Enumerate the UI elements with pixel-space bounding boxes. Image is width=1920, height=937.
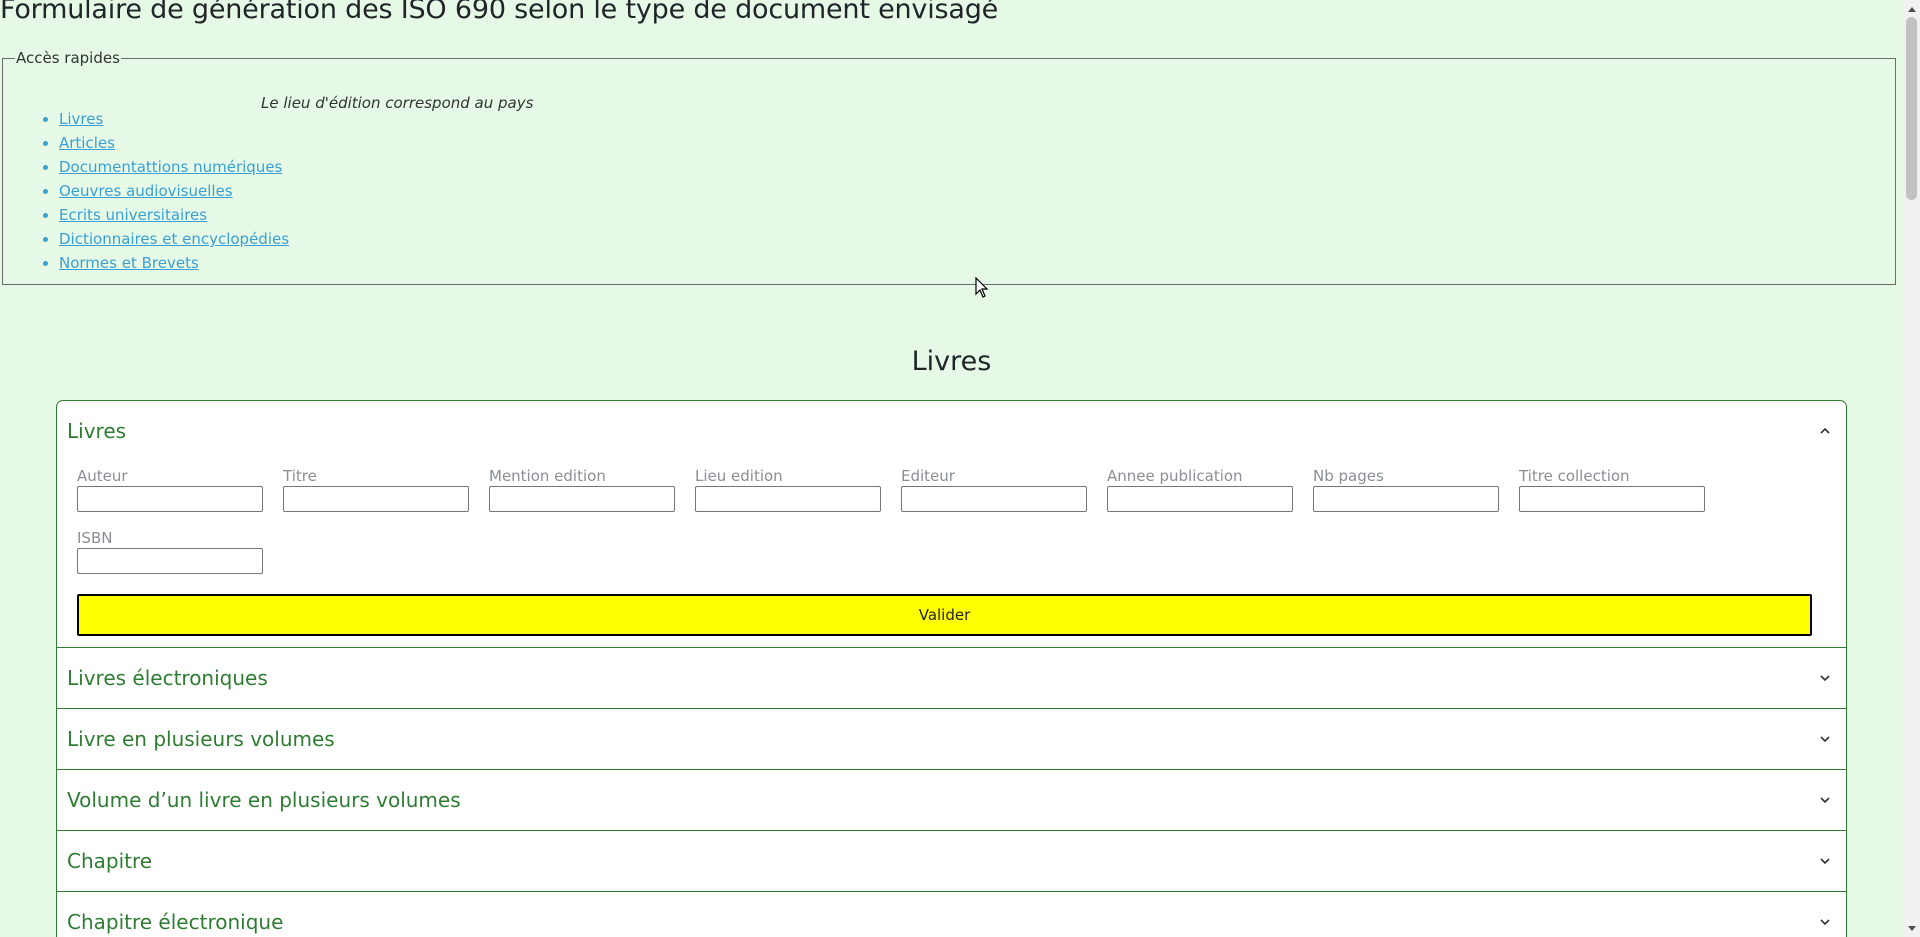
quick-access-list: Livres Articles Documentattions numériqu…	[3, 107, 289, 275]
field-lieu-edition: Lieu edition	[695, 467, 881, 512]
quick-link-ecrits-universitaires[interactable]: Ecrits universitaires	[59, 206, 207, 224]
accordion-item-chapitre: Chapitre	[57, 831, 1846, 892]
field-editeur: Editeur	[901, 467, 1087, 512]
field-label: Nb pages	[1313, 467, 1384, 485]
quick-access-item: Documentattions numériques	[59, 155, 289, 179]
accordion-title: Chapitre	[67, 849, 153, 873]
mention-edition-input[interactable]	[489, 486, 675, 512]
book-form-fields: Auteur Titre Mention edition Lieu editio…	[77, 467, 1826, 591]
isbn-input[interactable]	[77, 548, 263, 574]
field-auteur: Auteur	[77, 467, 263, 512]
quick-link-oeuvres-audiovisuelles[interactable]: Oeuvres audiovisuelles	[59, 182, 233, 200]
quick-link-documentations-numeriques[interactable]: Documentattions numériques	[59, 158, 282, 176]
section-title: Livres	[911, 346, 992, 377]
field-isbn: ISBN	[77, 529, 263, 574]
field-nb-pages: Nb pages	[1313, 467, 1499, 512]
auteur-input[interactable]	[77, 486, 263, 512]
accordion-body-livres: Auteur Titre Mention edition Lieu editio…	[57, 461, 1846, 647]
quick-link-dictionnaires[interactable]: Dictionnaires et encyclopédies	[59, 230, 289, 248]
chevron-up-icon	[1816, 422, 1834, 440]
lieu-edition-input[interactable]	[695, 486, 881, 512]
chevron-down-icon	[1816, 669, 1834, 687]
quick-access-item: Oeuvres audiovisuelles	[59, 179, 289, 203]
scroll-up-arrow-icon[interactable]	[1903, 0, 1920, 17]
field-label: Mention edition	[489, 467, 606, 485]
quick-link-normes-brevets[interactable]: Normes et Brevets	[59, 254, 199, 272]
accordion-header-volume-livre[interactable]: Volume d’un livre en plusieurs volumes	[57, 770, 1846, 830]
accordion-item-volume-livre: Volume d’un livre en plusieurs volumes	[57, 770, 1846, 831]
quick-access-item: Dictionnaires et encyclopédies	[59, 227, 289, 251]
field-label: Titre	[283, 467, 317, 485]
accordion-header-livres[interactable]: Livres	[57, 401, 1846, 461]
field-label: Editeur	[901, 467, 955, 485]
quick-access-note: Le lieu d'édition correspond au pays	[261, 94, 534, 112]
field-label: ISBN	[77, 529, 113, 547]
accordion-title: Volume d’un livre en plusieurs volumes	[67, 788, 461, 812]
field-label: Lieu edition	[695, 467, 783, 485]
field-titre: Titre	[283, 467, 469, 512]
field-label: Titre collection	[1519, 467, 1630, 485]
field-label: Annee publication	[1107, 467, 1243, 485]
accordion-item-livre-plusieurs-volumes: Livre en plusieurs volumes	[57, 709, 1846, 770]
nb-pages-input[interactable]	[1313, 486, 1499, 512]
accordion-title: Livres électroniques	[67, 666, 268, 690]
accordion-item-livres: Livres Auteur Titre Mention edition Lieu…	[57, 401, 1846, 648]
vertical-scrollbar[interactable]	[1903, 0, 1920, 937]
field-mention-edition: Mention edition	[489, 467, 675, 512]
accordion-item-livres-electroniques: Livres électroniques	[57, 648, 1846, 709]
page-title: Formulaire de génération des ISO 690 sel…	[0, 0, 999, 25]
quick-access-legend: Accès rapides	[16, 49, 120, 67]
editeur-input[interactable]	[901, 486, 1087, 512]
annee-publication-input[interactable]	[1107, 486, 1293, 512]
quick-link-articles[interactable]: Articles	[59, 134, 115, 152]
mouse-cursor-icon	[975, 277, 989, 298]
chevron-down-icon	[1816, 730, 1834, 748]
page: Formulaire de génération des ISO 690 sel…	[0, 0, 1900, 937]
chevron-down-icon	[1816, 913, 1834, 931]
quick-access-item: Normes et Brevets	[59, 251, 289, 275]
field-annee-publication: Annee publication	[1107, 467, 1293, 512]
accordion-header-livres-electroniques[interactable]: Livres électroniques	[57, 648, 1846, 708]
scroll-down-arrow-icon[interactable]	[1903, 920, 1920, 937]
titre-input[interactable]	[283, 486, 469, 512]
quick-access-fieldset: Accès rapides Livres Articles Documentat…	[2, 49, 1896, 285]
quick-access-item: Ecrits universitaires	[59, 203, 289, 227]
valider-button[interactable]: Valider	[77, 594, 1812, 636]
accordion-title: Livres	[67, 419, 127, 443]
accordion-title: Chapitre électronique	[67, 910, 284, 934]
chevron-down-icon	[1816, 852, 1834, 870]
accordion-header-livre-plusieurs-volumes[interactable]: Livre en plusieurs volumes	[57, 709, 1846, 769]
field-titre-collection: Titre collection	[1519, 467, 1705, 512]
accordion-header-chapitre[interactable]: Chapitre	[57, 831, 1846, 891]
scrollbar-thumb[interactable]	[1906, 17, 1917, 200]
accordion-title: Livre en plusieurs volumes	[67, 727, 335, 751]
quick-access-item: Articles	[59, 131, 289, 155]
chevron-down-icon	[1816, 791, 1834, 809]
quick-link-livres[interactable]: Livres	[59, 110, 103, 128]
accordion-item-chapitre-electronique: Chapitre électronique	[57, 892, 1846, 937]
accordion: Livres Auteur Titre Mention edition Lieu…	[56, 400, 1847, 937]
accordion-header-chapitre-electronique[interactable]: Chapitre électronique	[57, 892, 1846, 937]
quick-access-item: Livres	[59, 107, 289, 131]
field-label: Auteur	[77, 467, 128, 485]
titre-collection-input[interactable]	[1519, 486, 1705, 512]
